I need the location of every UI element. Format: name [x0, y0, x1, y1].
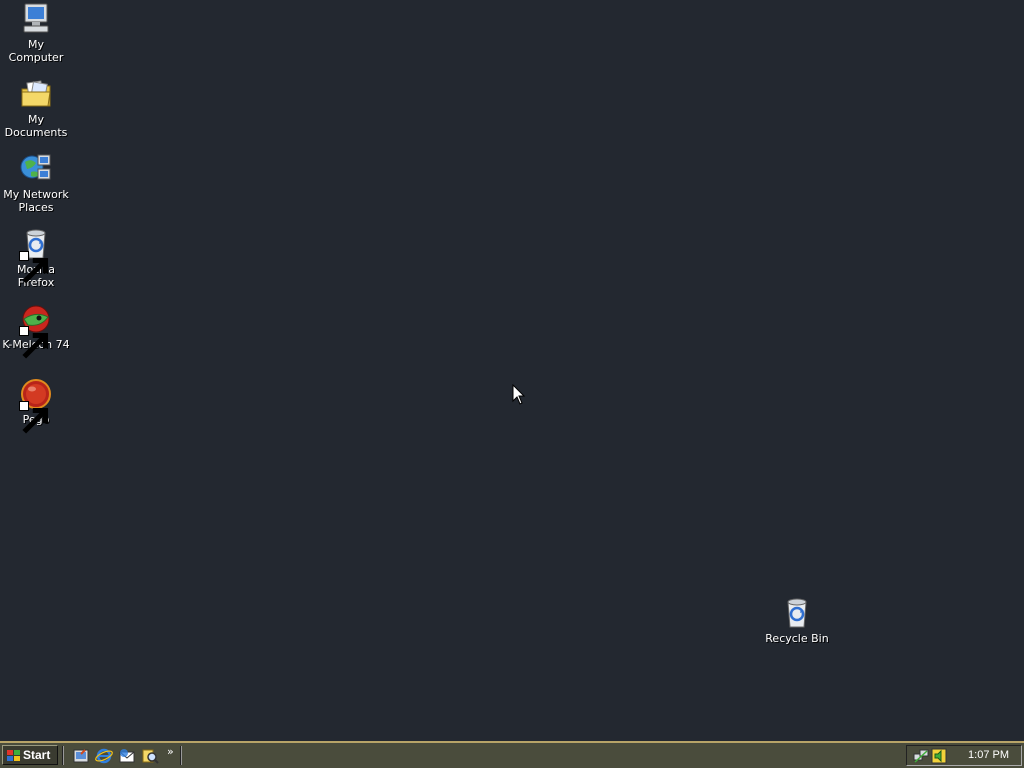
desktop-icon-k-meleon[interactable]: K-Meleon 74: [0, 302, 73, 359]
shortcut-arrow-icon: [19, 401, 49, 434]
taskbar-separator: [62, 746, 64, 765]
outlook-express-icon[interactable]: [118, 747, 136, 765]
desktop-icon-mozilla-firefox[interactable]: Mozilla Firefox: [0, 227, 73, 289]
k-meleon-icon: [19, 302, 53, 359]
desktop[interactable]: My Computer My Documents My Network Plac…: [0, 0, 1024, 741]
desktop-icon-label: Recycle Bin: [765, 632, 829, 645]
computer-icon: [19, 2, 53, 36]
start-button[interactable]: Start: [2, 745, 58, 765]
search-icon[interactable]: [141, 747, 159, 765]
network-places-icon: [19, 152, 53, 186]
desktop-icon-my-network-places[interactable]: My Network Places: [0, 152, 73, 214]
desktop-icon-pego[interactable]: Pego: [0, 377, 73, 434]
windows-logo-icon: [7, 749, 20, 761]
desktop-icon-my-computer[interactable]: My Computer: [0, 2, 73, 64]
volume-tray-icon[interactable]: [931, 748, 947, 764]
quick-launch-chevron[interactable]: »: [167, 745, 174, 758]
mouse-cursor-icon: [512, 383, 526, 406]
recycle-bin-icon: [780, 596, 814, 630]
taskbar: Start » 1:07 PM: [0, 741, 1024, 768]
firefox-icon: [19, 227, 53, 284]
internet-explorer-icon[interactable]: [95, 747, 113, 765]
taskbar-separator: [180, 746, 182, 765]
desktop-icon-label: My Documents: [4, 113, 68, 139]
clock[interactable]: 1:07 PM: [968, 749, 1009, 761]
shortcut-arrow-icon: [19, 326, 49, 359]
desktop-icon-label: My Computer: [8, 38, 64, 64]
folder-documents-icon: [19, 77, 53, 111]
pego-icon: [19, 377, 53, 434]
desktop-icon-my-documents[interactable]: My Documents: [0, 77, 73, 139]
desktop-icon-label: My Network Places: [3, 188, 69, 214]
desktop-icon-recycle-bin[interactable]: Recycle Bin: [760, 596, 834, 645]
shortcut-arrow-icon: [19, 251, 49, 284]
network-tray-icon[interactable]: [913, 748, 929, 764]
show-desktop-icon[interactable]: [72, 747, 90, 765]
system-tray: 1:07 PM: [906, 745, 1022, 766]
start-label: Start: [23, 748, 51, 762]
